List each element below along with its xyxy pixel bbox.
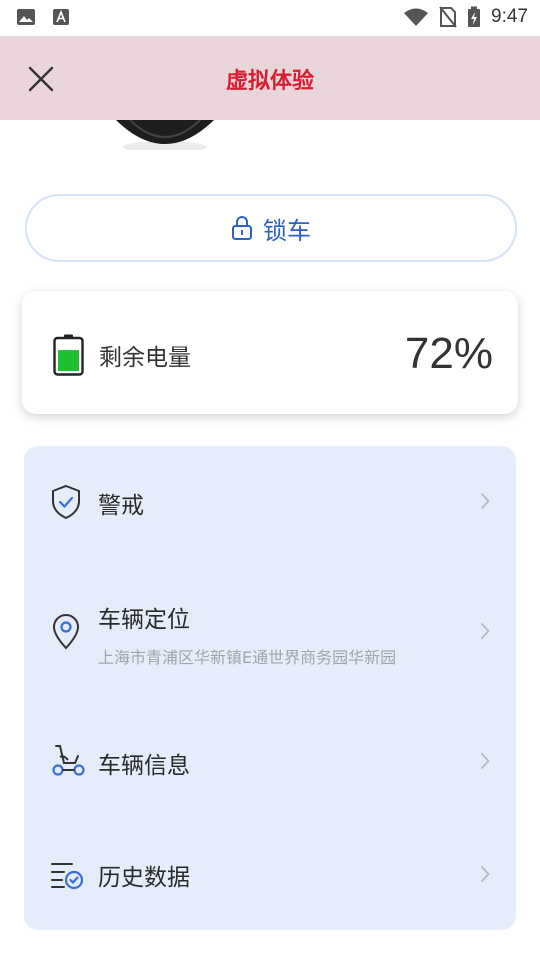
- menu-item-label: 车辆信息: [98, 753, 190, 779]
- location-pin-icon: [52, 614, 80, 650]
- chevron-right-icon: [480, 865, 490, 883]
- battery-charging-icon: [468, 6, 481, 27]
- lock-icon: [232, 216, 252, 240]
- image-icon: [17, 9, 35, 25]
- vehicle-wheel-image: [116, 120, 214, 150]
- chevron-right-icon: [480, 492, 490, 510]
- menu-item-label: 车辆定位: [98, 607, 190, 633]
- chevron-right-icon: [480, 622, 490, 640]
- page-title: 虚拟体验: [225, 69, 314, 94]
- chevron-right-icon: [480, 752, 490, 770]
- menu-item-alarm[interactable]: 警戒: [24, 466, 516, 576]
- history-list-icon: [51, 863, 84, 890]
- header-bar: 虚拟体验: [0, 36, 540, 120]
- battery-icon: [53, 334, 84, 376]
- wifi-icon: [404, 8, 429, 26]
- vehicle-menu: 警戒 车辆定位 上海市青浦区华新镇E通世界商务园华新园 车辆信息 历史数据: [24, 446, 516, 930]
- menu-item-label: 历史数据: [98, 865, 190, 891]
- menu-item-label: 警戒: [98, 493, 144, 519]
- lock-vehicle-button[interactable]: 锁车: [25, 194, 517, 262]
- lock-button-label: 锁车: [263, 216, 311, 245]
- menu-item-vehicle-info[interactable]: 车辆信息: [24, 716, 516, 806]
- no-sim-icon: [439, 6, 457, 28]
- battery-card: 剩余电量 72%: [22, 291, 518, 414]
- text-icon: [53, 9, 69, 25]
- status-bar: 9:47: [0, 0, 540, 36]
- shield-check-icon: [52, 484, 80, 520]
- battery-percentage: 72%: [404, 329, 493, 378]
- scooter-icon: [52, 745, 85, 776]
- status-time: 9:47: [491, 6, 528, 27]
- menu-item-history[interactable]: 历史数据: [24, 826, 516, 922]
- menu-item-location[interactable]: 车辆定位 上海市青浦区华新镇E通世界商务园华新园: [24, 576, 516, 696]
- location-address: 上海市青浦区华新镇E通世界商务园华新园: [98, 648, 397, 667]
- battery-label: 剩余电量: [99, 345, 191, 371]
- battery-level-fill: [58, 350, 79, 371]
